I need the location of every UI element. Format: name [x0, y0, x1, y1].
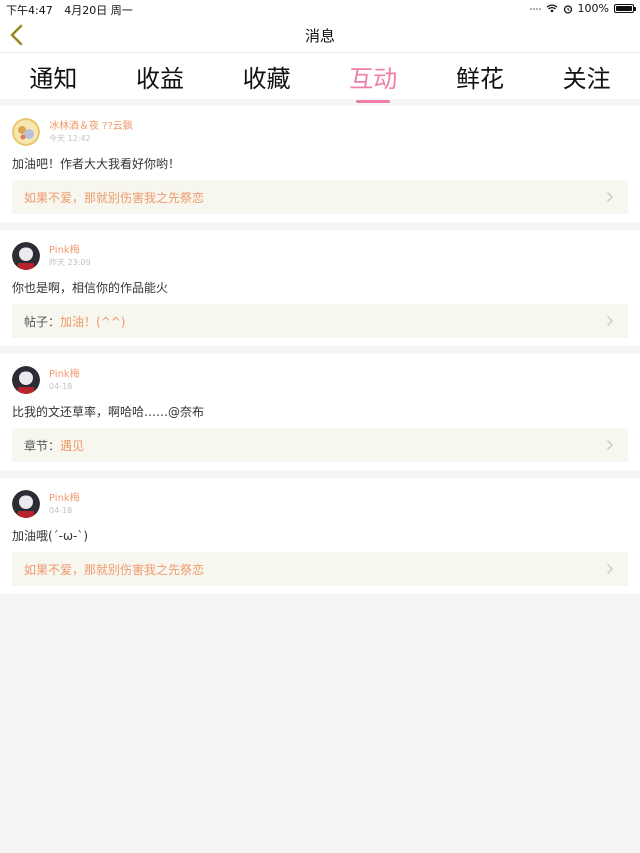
user-meta: Pink梅 04-18 [49, 493, 80, 516]
reference-link[interactable]: 如果不爱，那就别伤害我之先祭恋 [12, 552, 628, 586]
user-meta: 冰林酒＆夜 ??云飘 今天 12:42 [49, 121, 133, 144]
reference-link[interactable]: 章节： 遇见 [12, 428, 628, 462]
chevron-right-icon [607, 440, 613, 450]
alarm-icon [563, 4, 572, 14]
card-header: Pink梅 昨天 23:09 [12, 240, 628, 272]
reference-title: 遇见 [60, 438, 85, 453]
avatar[interactable] [12, 118, 40, 146]
card-header: 冰林酒＆夜 ??云飘 今天 12:42 [12, 116, 628, 148]
tab-earnings[interactable]: 收益 [130, 59, 190, 94]
cellular-signal-icon [529, 7, 541, 10]
username[interactable]: Pink梅 [49, 493, 80, 505]
comment-text: 加油哦(´-ω-`) [12, 529, 89, 543]
timestamp: 04-18 [49, 381, 73, 391]
status-icons: 100% [529, 2, 636, 15]
reference-title: 如果不爱，那就别伤害我之先祭恋 [24, 190, 205, 205]
username[interactable]: Pink梅 [49, 245, 91, 257]
status-time: 下午4:47 [6, 4, 53, 17]
reference-label: 帖子： [24, 314, 61, 329]
page-title: 消息 [304, 27, 335, 45]
user-meta: Pink梅 昨天 23:09 [49, 245, 91, 268]
comment-text: 加油吧！作者大大我看好你哟！ [12, 157, 181, 171]
reference-title: 加油！(^^) [60, 314, 126, 329]
username[interactable]: Pink梅 [49, 369, 80, 381]
timestamp: 今天 12:42 [49, 133, 91, 143]
list-item: Pink梅 04-18 加油哦(´-ω-`) 如果不爱，那就别伤害我之先祭恋 [0, 478, 640, 594]
chevron-right-icon [607, 316, 613, 326]
tab-flowers[interactable]: 鲜花 [450, 59, 510, 94]
timestamp: 04-18 [49, 505, 73, 515]
chevron-right-icon [607, 192, 613, 202]
reference-title: 如果不爱，那就别伤害我之先祭恋 [24, 562, 205, 577]
comment-text: 你也是啊，相信你的作品能火 [12, 281, 169, 295]
battery-icon [614, 4, 636, 13]
nav-bar: 消息 [0, 17, 640, 53]
tab-interactions[interactable]: 互动 [343, 59, 403, 94]
avatar[interactable] [12, 366, 40, 394]
user-meta: Pink梅 04-18 [49, 369, 80, 392]
battery-percent: 100% [577, 2, 609, 15]
status-time-date: 下午4:47 4月20日 周一 [6, 2, 133, 18]
card-header: Pink梅 04-18 [12, 488, 628, 520]
wifi-icon [546, 4, 558, 13]
username[interactable]: 冰林酒＆夜 ??云飘 [49, 121, 133, 133]
reference-link[interactable]: 帖子： 加油！(^^) [12, 304, 628, 338]
tab-bar: 通知 收益 收藏 互动 鲜花 关注 [0, 53, 640, 99]
timestamp: 昨天 23:09 [49, 257, 91, 267]
status-bar: 下午4:47 4月20日 周一 100% [0, 0, 640, 17]
comment-text: 比我的文还草率，啊哈哈……@奈布 [12, 405, 205, 419]
tab-notifications[interactable]: 通知 [23, 59, 83, 94]
status-date: 4月20日 周一 [64, 4, 133, 17]
list-item: Pink梅 昨天 23:09 你也是啊，相信你的作品能火 帖子： 加油！(^^) [0, 230, 640, 346]
card-header: Pink梅 04-18 [12, 364, 628, 396]
tab-favorites[interactable]: 收藏 [237, 59, 297, 94]
avatar[interactable] [12, 490, 40, 518]
reference-link[interactable]: 如果不爱，那就别伤害我之先祭恋 [12, 180, 628, 214]
interaction-feed: 冰林酒＆夜 ??云飘 今天 12:42 加油吧！作者大大我看好你哟！ 如果不爱，… [0, 106, 640, 594]
list-item: Pink梅 04-18 比我的文还草率，啊哈哈……@奈布 章节： 遇见 [0, 354, 640, 470]
list-item: 冰林酒＆夜 ??云飘 今天 12:42 加油吧！作者大大我看好你哟！ 如果不爱，… [0, 106, 640, 222]
reference-label: 章节： [24, 438, 61, 453]
avatar[interactable] [12, 242, 40, 270]
tab-following[interactable]: 关注 [557, 59, 617, 94]
chevron-right-icon [607, 564, 613, 574]
